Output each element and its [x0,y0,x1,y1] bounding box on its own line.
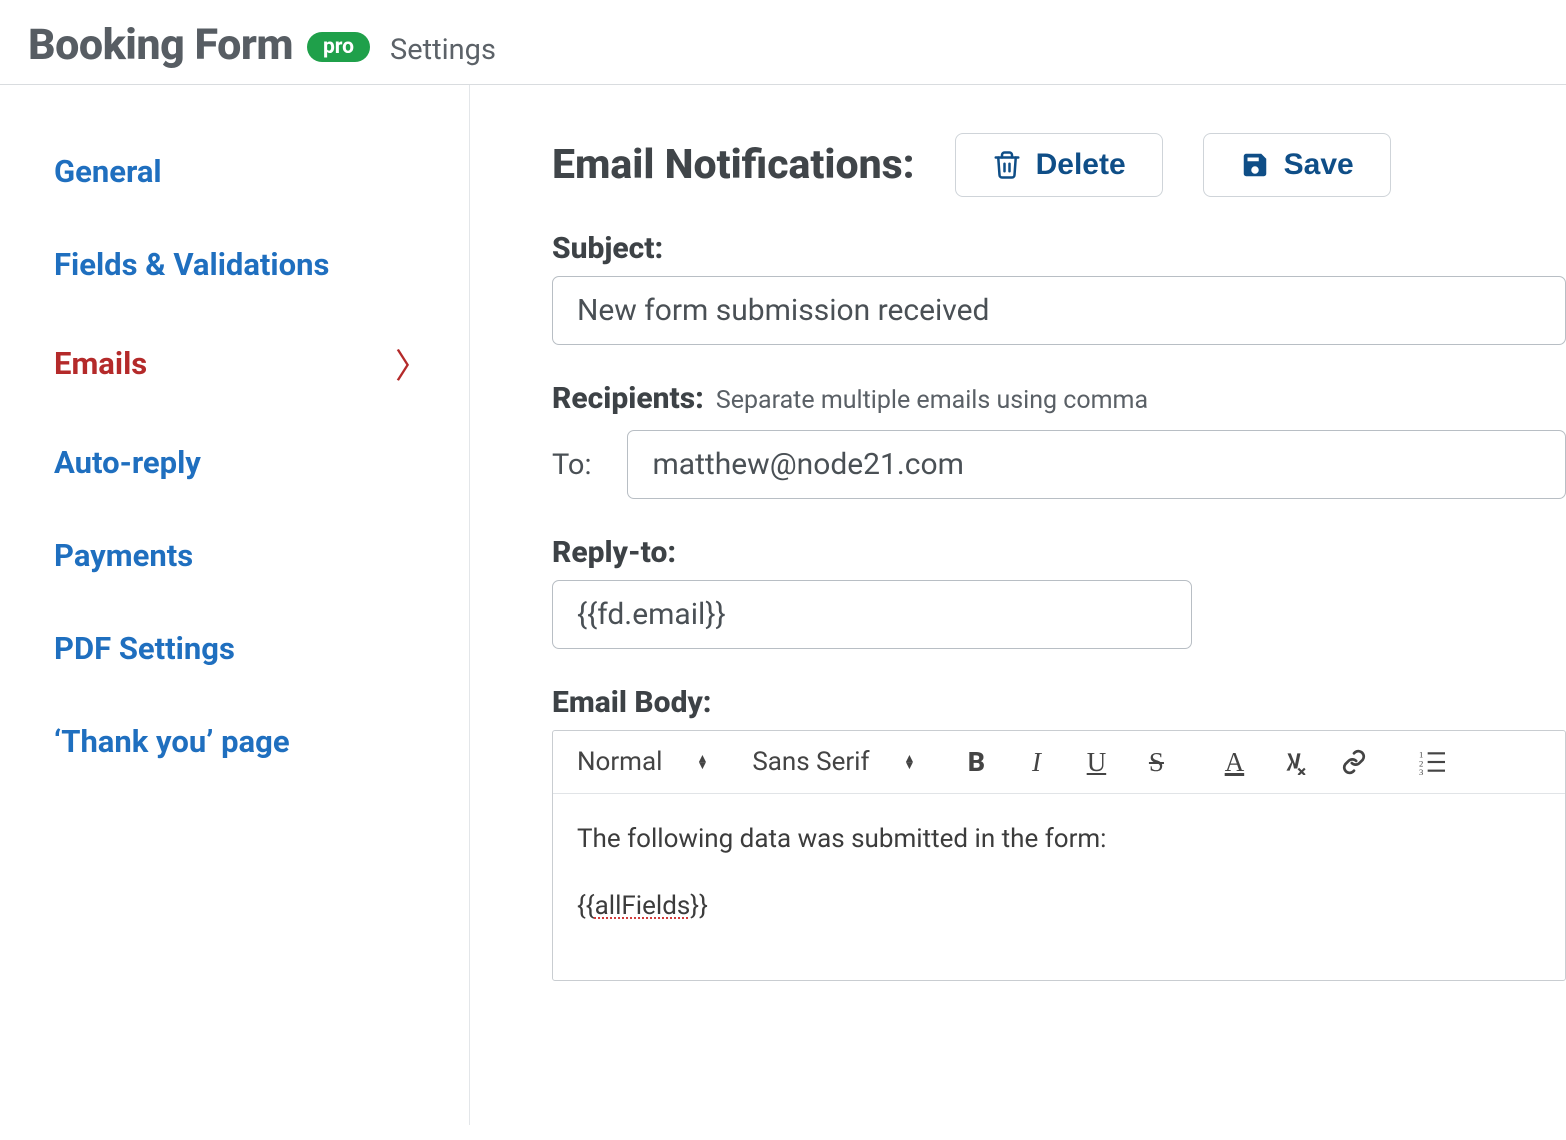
sidebar-item-thank-you-page[interactable]: ‘Thank you’ page [54,695,469,788]
underline-button[interactable]: U [1079,745,1113,779]
sidebar-item-label: PDF Settings [54,630,235,667]
sidebar-item-pdf-settings[interactable]: PDF Settings [54,602,469,695]
sidebar: General Fields & Validations Emails 〉 Au… [0,85,470,1125]
heading-select-value: Normal [577,747,662,777]
clear-format-icon [1281,749,1307,775]
text-color-button[interactable]: A [1217,745,1251,779]
svg-text:3: 3 [1419,767,1423,775]
subject-label: Subject: [552,231,1566,266]
font-select[interactable]: Sans Serif ▲▼ [752,747,915,777]
section-title: Email Notifications: [552,141,915,189]
caret-icon: ▲▼ [904,755,916,769]
pro-badge: pro [307,32,370,62]
recipients-label: Recipients: [552,381,704,416]
italic-button[interactable]: I [1019,745,1053,779]
strikethrough-button[interactable]: S [1139,745,1173,779]
page-subtitle: Settings [390,33,496,67]
sidebar-item-label: General [54,153,162,190]
chevron-right-icon: 〉 [395,339,429,388]
editor-content[interactable]: The following data was submitted in the … [553,794,1565,980]
rich-text-editor: Normal ▲▼ Sans Serif ▲▼ B I U S A [552,730,1566,981]
ordered-list-icon: 123 [1419,749,1445,775]
trash-icon [992,150,1022,180]
bold-button[interactable]: B [959,745,993,779]
sidebar-item-general[interactable]: General [54,125,469,218]
editor-toolbar: Normal ▲▼ Sans Serif ▲▼ B I U S A [553,731,1565,794]
delete-button-label: Delete [1036,148,1126,182]
sidebar-item-label: Emails [54,345,147,382]
email-body-label: Email Body: [552,685,1566,720]
recipients-to-label: To: [552,448,591,482]
link-button[interactable] [1337,745,1371,779]
save-button-label: Save [1284,148,1354,182]
sidebar-item-emails[interactable]: Emails 〉 [54,311,469,416]
sidebar-item-label: Fields & Validations [54,246,329,283]
sidebar-item-auto-reply[interactable]: Auto-reply [54,416,469,509]
sidebar-item-label: Auto-reply [54,444,201,481]
heading-select[interactable]: Normal ▲▼ [577,747,708,777]
subject-input[interactable] [552,276,1566,345]
main-panel: Email Notifications: Delete Save Subject… [470,85,1566,1125]
sidebar-item-label: ‘Thank you’ page [54,723,290,760]
save-button[interactable]: Save [1203,133,1391,197]
ordered-list-button[interactable]: 123 [1415,745,1449,779]
sidebar-item-fields-validations[interactable]: Fields & Validations [54,218,469,311]
delete-button[interactable]: Delete [955,133,1163,197]
caret-icon: ▲▼ [696,755,708,769]
page-header: Booking Form pro Settings [0,0,1566,85]
page-title: Booking Form [28,20,293,70]
editor-line: The following data was submitted in the … [577,820,1541,859]
recipients-to-input[interactable] [627,430,1566,499]
save-icon [1240,150,1270,180]
link-icon [1341,749,1367,775]
font-select-value: Sans Serif [752,747,869,777]
reply-to-input[interactable] [552,580,1192,649]
recipients-hint: Separate multiple emails using comma [716,386,1148,415]
clear-format-button[interactable] [1277,745,1311,779]
sidebar-item-label: Payments [54,537,193,574]
spell-error: allFields [595,891,691,921]
reply-to-label: Reply-to: [552,535,1566,570]
editor-line: {{allFields}} [577,887,1541,926]
sidebar-item-payments[interactable]: Payments [54,509,469,602]
